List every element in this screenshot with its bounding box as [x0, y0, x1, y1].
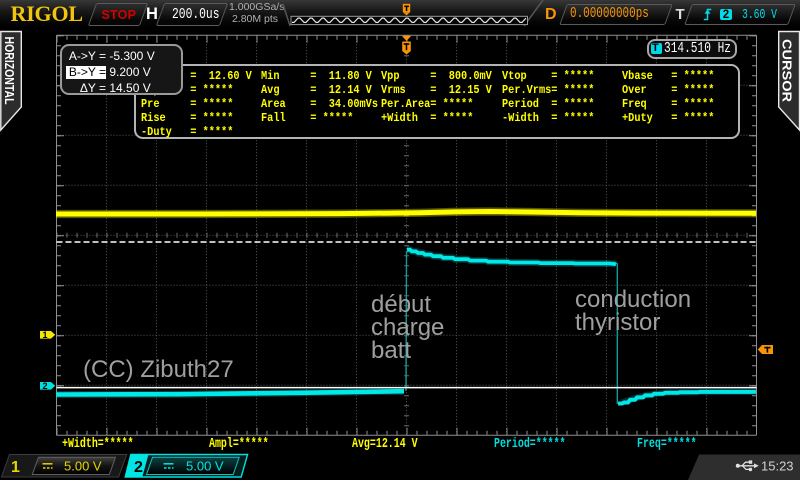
svg-text:1: 1	[42, 330, 47, 340]
svg-text:2: 2	[42, 381, 47, 391]
svg-text:1: 1	[11, 459, 20, 476]
svg-text:2: 2	[134, 459, 143, 476]
svg-text:5.00 V: 5.00 V	[64, 459, 102, 474]
svg-text:5.00 V: 5.00 V	[186, 459, 224, 474]
svg-text:15:23: 15:23	[761, 459, 794, 474]
svg-text:CURSOR: CURSOR	[779, 39, 793, 102]
svg-text:HORIZONTAL: HORIZONTAL	[2, 37, 16, 105]
